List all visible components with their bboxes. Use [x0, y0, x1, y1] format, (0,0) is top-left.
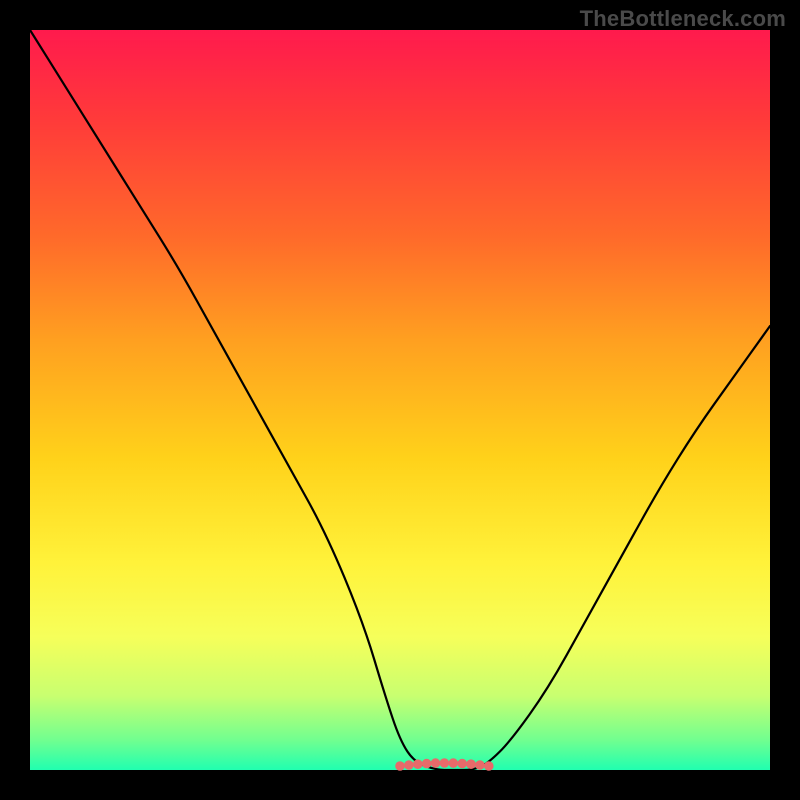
- accent-dot: [422, 759, 432, 769]
- accent-dot: [413, 759, 423, 769]
- bottleneck-curve: [30, 30, 770, 770]
- accent-dot: [440, 758, 450, 768]
- accent-dot: [484, 761, 494, 771]
- accent-dot: [449, 758, 459, 768]
- chart-frame: TheBottleneck.com: [0, 0, 800, 800]
- accent-dot: [404, 760, 414, 770]
- curve-line: [30, 30, 770, 770]
- watermark-text: TheBottleneck.com: [580, 6, 786, 32]
- accent-dot: [475, 760, 485, 770]
- accent-dot: [466, 759, 476, 769]
- accent-dot: [431, 758, 441, 768]
- plot-area: [30, 30, 770, 770]
- accent-dot: [395, 761, 405, 771]
- accent-dot: [457, 759, 467, 769]
